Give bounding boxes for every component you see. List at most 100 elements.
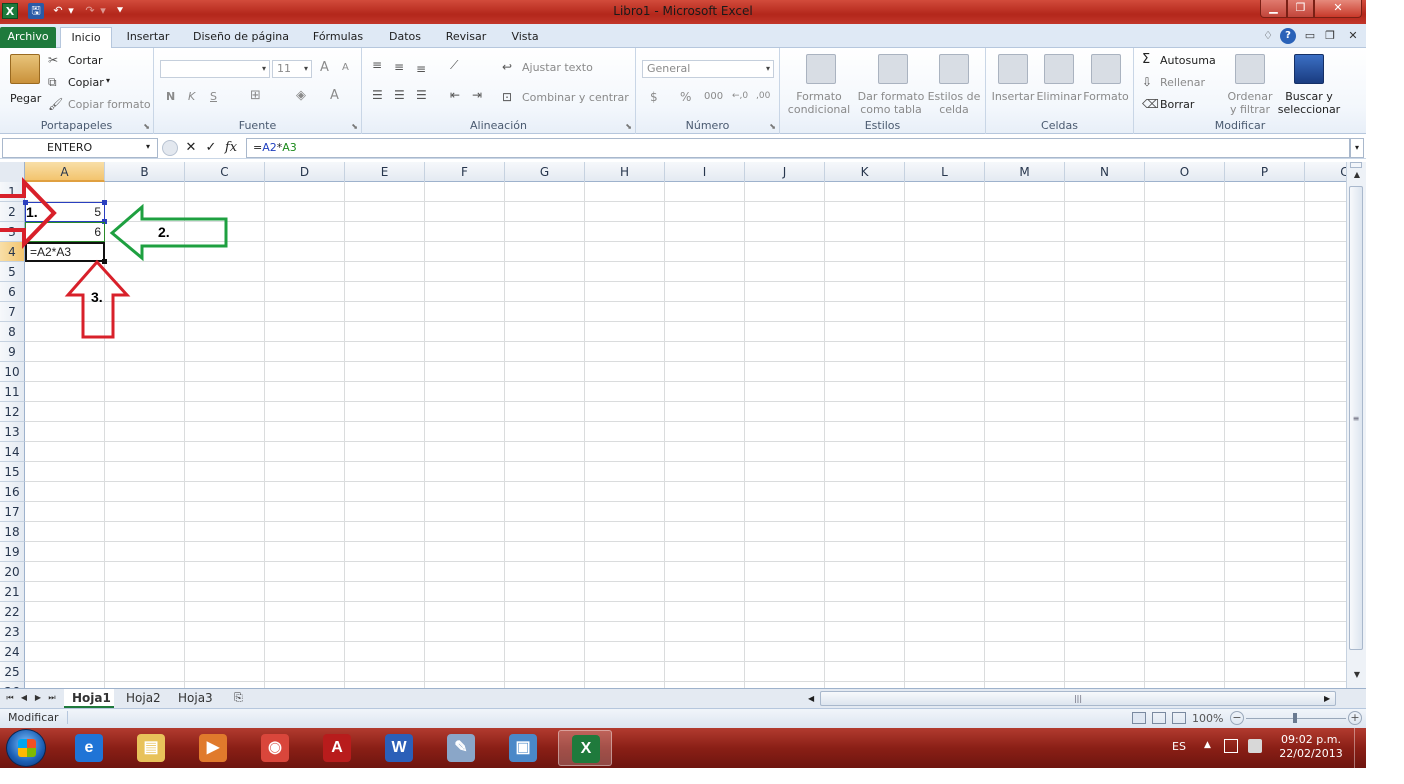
column-header[interactable]: I bbox=[665, 162, 745, 182]
show-desktop-button[interactable] bbox=[1354, 728, 1366, 768]
column-header[interactable]: N bbox=[1065, 162, 1145, 182]
scroll-right-icon[interactable]: ▶ bbox=[1324, 691, 1336, 706]
sort-filter-button[interactable]: Ordenar y filtrar bbox=[1224, 52, 1276, 116]
format-painter-button[interactable]: 🖌 Copiar formato bbox=[48, 97, 152, 113]
cancel-entry-icon[interactable]: ✕ bbox=[182, 139, 200, 157]
align-middle-icon[interactable]: ≡ bbox=[394, 60, 404, 74]
fill-color-button[interactable]: ◈ bbox=[296, 88, 306, 103]
horizontal-scroll-thumb[interactable]: ||| bbox=[820, 691, 1336, 706]
paste-button[interactable]: Pegar bbox=[4, 52, 44, 112]
font-launcher-icon[interactable]: ⬊ bbox=[351, 122, 358, 131]
orientation-icon[interactable]: ⟋ bbox=[450, 58, 458, 73]
font-size-combo[interactable]: 11 ▾ bbox=[272, 60, 312, 78]
row-header[interactable]: 22 bbox=[0, 602, 25, 622]
row-header[interactable]: 13 bbox=[0, 422, 25, 442]
formula-input[interactable]: =A2*A3 bbox=[246, 138, 1350, 158]
decrease-decimal-button[interactable]: ,00 bbox=[756, 91, 770, 101]
taskbar-app[interactable]: ▣ bbox=[496, 730, 550, 766]
taskbar-app[interactable]: X bbox=[558, 730, 612, 766]
fill-button[interactable]: ⇩ Rellenar bbox=[1142, 75, 1232, 91]
italic-button[interactable]: K bbox=[188, 90, 195, 103]
row-header[interactable]: 23 bbox=[0, 622, 25, 642]
minimize-button[interactable]: ▁ bbox=[1260, 0, 1287, 18]
column-header[interactable]: J bbox=[745, 162, 825, 182]
taskbar-app[interactable]: ▶ bbox=[186, 730, 240, 766]
find-select-button[interactable]: Buscar y seleccionar bbox=[1276, 52, 1342, 116]
font-color-button[interactable]: A bbox=[330, 88, 339, 103]
first-sheet-icon[interactable]: ⏮ bbox=[4, 691, 16, 705]
expand-formula-bar-icon[interactable]: ▾ bbox=[1350, 138, 1364, 158]
clear-button[interactable]: ⌫ Borrar bbox=[1142, 97, 1232, 113]
close-button[interactable]: ✕ bbox=[1314, 0, 1362, 18]
column-header[interactable]: E bbox=[345, 162, 425, 182]
wrap-text-button[interactable]: ↩ Ajustar texto bbox=[502, 60, 602, 76]
tab-revisar[interactable]: Revisar bbox=[440, 27, 492, 48]
grow-font-button[interactable]: A bbox=[320, 60, 329, 75]
thousands-button[interactable]: 000 bbox=[704, 91, 723, 102]
taskbar-app[interactable]: e bbox=[62, 730, 116, 766]
tab-archivo[interactable]: Archivo bbox=[0, 27, 56, 48]
decrease-indent-icon[interactable]: ⇤ bbox=[450, 88, 460, 102]
format-as-table-button[interactable]: Dar formato como tabla bbox=[856, 52, 926, 116]
row-header[interactable]: 18 bbox=[0, 522, 25, 542]
normal-view-icon[interactable] bbox=[1132, 712, 1146, 724]
align-center-icon[interactable]: ☰ bbox=[394, 88, 405, 102]
start-button[interactable] bbox=[6, 729, 46, 767]
row-header[interactable]: 10 bbox=[0, 362, 25, 382]
taskbar-app[interactable]: A bbox=[310, 730, 364, 766]
column-header[interactable]: L bbox=[905, 162, 985, 182]
column-header[interactable]: K bbox=[825, 162, 905, 182]
row-header[interactable]: 14 bbox=[0, 442, 25, 462]
merge-center-button[interactable]: ⊡ Combinar y centrar bbox=[502, 90, 632, 106]
align-right-icon[interactable]: ☰ bbox=[416, 88, 427, 102]
show-hidden-icons-icon[interactable]: ▲ bbox=[1204, 740, 1211, 750]
prev-sheet-icon[interactable]: ◀ bbox=[18, 691, 30, 705]
chevron-down-icon[interactable]: ▾ bbox=[146, 138, 150, 156]
row-header[interactable]: 24 bbox=[0, 642, 25, 662]
page-break-view-icon[interactable] bbox=[1172, 712, 1186, 724]
increase-decimal-button[interactable]: ←,0 bbox=[732, 91, 748, 101]
language-indicator[interactable]: ES bbox=[1172, 740, 1186, 753]
minimize-ribbon-icon[interactable]: ♢ bbox=[1260, 28, 1276, 44]
borders-button[interactable]: ⊞ bbox=[250, 88, 261, 103]
taskbar-app[interactable]: ▤ bbox=[124, 730, 178, 766]
autosum-button[interactable]: Σ Autosuma bbox=[1142, 52, 1232, 69]
next-sheet-icon[interactable]: ▶ bbox=[32, 691, 44, 705]
row-header[interactable]: 19 bbox=[0, 542, 25, 562]
zoom-slider-knob[interactable] bbox=[1293, 713, 1297, 723]
font-name-combo[interactable]: ▾ bbox=[160, 60, 270, 78]
row-header[interactable]: 20 bbox=[0, 562, 25, 582]
workbook-close-icon[interactable]: ✕ bbox=[1345, 28, 1361, 44]
align-top-icon[interactable]: ≡ bbox=[372, 58, 382, 72]
tab-vista[interactable]: Vista bbox=[504, 27, 546, 48]
insert-function-icon[interactable]: fx bbox=[222, 139, 240, 157]
shrink-font-button[interactable]: A bbox=[342, 62, 349, 73]
currency-button[interactable]: $ bbox=[650, 90, 658, 104]
format-cells-button[interactable]: Formato bbox=[1082, 52, 1130, 112]
alignment-launcher-icon[interactable]: ⬊ bbox=[625, 122, 632, 131]
column-header[interactable]: M bbox=[985, 162, 1065, 182]
insert-cells-button[interactable]: Insertar bbox=[990, 52, 1036, 112]
clipboard-launcher-icon[interactable]: ⬊ bbox=[143, 122, 150, 131]
cell-styles-button[interactable]: Estilos de celda bbox=[926, 52, 982, 116]
column-header[interactable]: H bbox=[585, 162, 665, 182]
tab-insertar[interactable]: Insertar bbox=[122, 27, 174, 48]
clock[interactable]: 09:02 p.m. 22/02/2013 bbox=[1276, 733, 1346, 761]
vertical-scroll-thumb[interactable]: ≡ bbox=[1349, 186, 1363, 650]
cut-button[interactable]: ✂ Cortar bbox=[48, 53, 128, 69]
column-header[interactable]: C bbox=[1305, 162, 1346, 182]
column-header[interactable]: D bbox=[265, 162, 345, 182]
page-layout-view-icon[interactable] bbox=[1152, 712, 1166, 724]
network-icon[interactable] bbox=[1248, 739, 1262, 753]
row-header[interactable]: 11 bbox=[0, 382, 25, 402]
tab-formulas[interactable]: Fórmulas bbox=[306, 27, 370, 48]
scroll-left-icon[interactable]: ◀ bbox=[808, 691, 820, 706]
number-launcher-icon[interactable]: ⬊ bbox=[769, 122, 776, 131]
tab-datos[interactable]: Datos bbox=[382, 27, 428, 48]
scroll-down-icon[interactable]: ▼ bbox=[1349, 670, 1365, 684]
zoom-level[interactable]: 100% bbox=[1192, 712, 1223, 725]
row-header[interactable]: 21 bbox=[0, 582, 25, 602]
zoom-in-icon[interactable]: + bbox=[1348, 711, 1362, 725]
confirm-entry-icon[interactable]: ✓ bbox=[202, 139, 220, 157]
zoom-out-icon[interactable]: − bbox=[1230, 711, 1244, 725]
